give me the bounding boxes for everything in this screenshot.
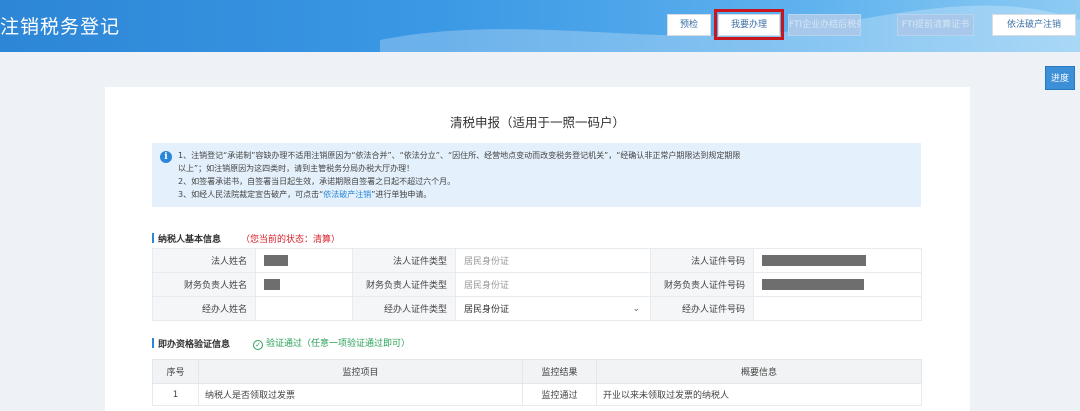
row-number: 1 [152,383,199,406]
verify-table: 序号 监控项目 监控结果 概要信息 1 纳税人是否领取过发票 监控通过 开业以来… [152,359,922,406]
masked-value [762,255,866,266]
notice-box: i 1、注销登记“承诺制”容缺办理不适用注销原因为“依法合并”、“依法分立”、“… [152,143,921,207]
finance-name-label: 财务负责人姓名 [152,272,256,297]
finance-id-type-label: 财务负责人证件类型 [352,272,456,297]
bankruptcy-link[interactable]: 依法破产注销 [323,190,371,199]
masked-value [264,255,288,266]
column-header: 监控项目 [198,359,523,384]
agent-name-field[interactable] [255,296,353,321]
monitor-result: 监控通过 [522,383,597,406]
verify-status: ✓ 验证通过（任意一项验证通过即可） [253,336,410,350]
notice-line-4-suffix: ”进行单独申请。 [371,190,432,199]
agent-id-type-selected: 居民身份证 [464,305,510,315]
finance-id-number-label: 财务负责人证件号码 [650,272,754,297]
legal-id-type-value: 居民身份证 [455,248,651,273]
top-header: 注销税务登记 预检 我要办理 FTI企业办结后税务报告 FTI提前清算证书 依法… [0,0,1080,52]
legal-id-number-label: 法人证件号码 [650,248,754,273]
agent-name-label: 经办人姓名 [152,296,256,321]
tax-report-button[interactable]: FTI企业办结后税务报告 [788,14,861,36]
finance-name-value [255,272,353,297]
clearance-certificate-button[interactable]: FTI提前清算证书 [897,14,974,36]
finance-person-row: 财务负责人姓名 财务负责人证件类型 居民身份证 财务负责人证件号码 [152,272,922,297]
precheck-button[interactable]: 预检 [667,14,711,36]
notice-line-1: 1、注销登记“承诺制”容缺办理不适用注销原因为“依法合并”、“依法分立”、“因住… [178,151,741,160]
agent-row: 经办人姓名 经办人证件类型 居民身份证 ⌄ 经办人证件号码 [152,296,922,321]
monitor-item: 纳税人是否领取过发票 [198,383,523,406]
page-header-title: 注销税务登记 [0,16,121,38]
notice-line-4-prefix: 3、如经人民法院裁定宣告破产，可点击“ [178,190,324,199]
notice-line-2: 以上”；如注销原因为这四类时，请到主管税务分局办税大厅办理！ [178,164,415,173]
finance-id-type-value: 居民身份证 [455,272,651,297]
masked-value [762,279,864,290]
summary-info: 开业以来未领取过发票的纳税人 [596,383,922,406]
masked-value [264,279,280,290]
legal-name-value [255,248,353,273]
agent-id-number-label: 经办人证件号码 [650,296,754,321]
legal-id-number-value [753,248,922,273]
notice-line-3: 2、如签署承诺书，自签署当日起生效，承诺期限自签署之日起不超过六个月。 [178,177,456,186]
table-row: 1 纳税人是否领取过发票 监控通过 开业以来未领取过发票的纳税人 [152,383,922,406]
bankruptcy-deregistration-button[interactable]: 依法破产注销 [992,14,1076,36]
info-icon: i [160,151,172,163]
finance-id-number-value [753,272,922,297]
check-circle-icon: ✓ [253,340,263,350]
highlight-box [714,9,784,40]
agent-id-number-field[interactable] [753,296,922,321]
taxpayer-info-table: 法人姓名 法人证件类型 居民身份证 法人证件号码 财务负责人姓名 财务负责人证件… [152,248,922,321]
column-header: 监控结果 [522,359,597,384]
table-header-row: 序号 监控项目 监控结果 概要信息 [152,359,922,384]
legal-name-label: 法人姓名 [152,248,256,273]
taxpayer-status: （您当前的状态：清算） [241,235,341,245]
legal-person-row: 法人姓名 法人证件类型 居民身份证 法人证件号码 [152,248,922,273]
verify-section-title: 即办资格验证信息 [152,337,230,350]
agent-id-type-label: 经办人证件类型 [352,296,456,321]
column-header: 概要信息 [596,359,922,384]
column-header: 序号 [152,359,199,384]
progress-button[interactable]: 进度 [1045,66,1075,90]
legal-id-type-label: 法人证件类型 [352,248,456,273]
taxpayer-section-title: 纳税人基本信息 [152,232,221,245]
main-panel: 清税申报（适用于一照一码户） i 1、注销登记“承诺制”容缺办理不适用注销原因为… [105,87,970,411]
chevron-down-icon: ⌄ [632,303,640,314]
verify-status-text: 验证通过（任意一项验证通过即可） [266,339,411,349]
page-title: 清税申报（适用于一照一码户） [449,115,625,130]
agent-id-type-select[interactable]: 居民身份证 ⌄ [455,296,651,321]
notice-line-4: 3、如经人民法院裁定宣告破产，可点击“依法破产注销”进行单独申请。 [178,188,913,201]
